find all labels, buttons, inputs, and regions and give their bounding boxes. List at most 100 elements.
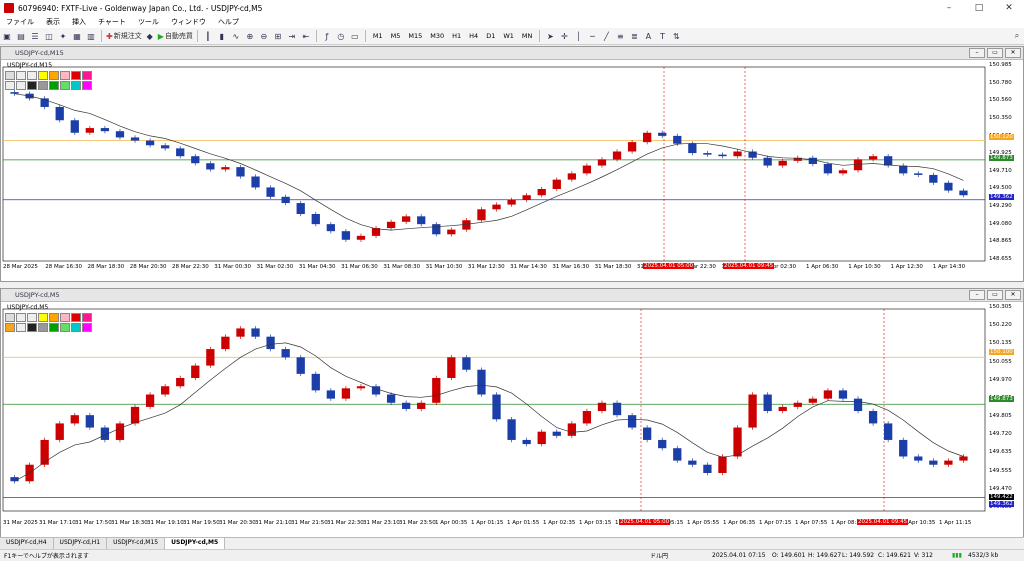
navigator-icon[interactable]: ✦ [57, 30, 69, 42]
swatch-pink[interactable] [60, 313, 70, 322]
tile-windows-icon[interactable]: ⊞ [272, 30, 284, 42]
swatch-purple[interactable] [82, 323, 92, 332]
price-chart-m5[interactable]: USDJPY-cd,M5 150.305 150.220 150.135 150.05… [1, 301, 1023, 537]
market-watch-icon[interactable]: ☰ [29, 30, 41, 42]
price-chart-m15[interactable]: USDJPY-cd,M15 150.985 150.780 150.560 150.3… [1, 59, 1023, 281]
candle-body [793, 402, 802, 407]
text-icon[interactable]: A [642, 30, 654, 42]
metaeditor-icon[interactable]: ◆ [144, 30, 156, 42]
timeframe-m15[interactable]: M15 [404, 32, 426, 40]
candlestick-chart[interactable] [1, 301, 1023, 537]
line-style-icon[interactable] [16, 81, 26, 90]
swatch-yellow[interactable] [38, 313, 48, 322]
tester-icon[interactable]: ▥ [85, 30, 97, 42]
line-width-icon[interactable] [5, 323, 15, 332]
menu-chart[interactable]: チャート [92, 17, 132, 27]
swatch-purple[interactable] [82, 81, 92, 90]
delete-tool-icon[interactable] [16, 71, 26, 80]
timeframe-h4[interactable]: H4 [465, 32, 482, 40]
swatch-green[interactable] [49, 323, 59, 332]
delete-tool-icon[interactable] [16, 313, 26, 322]
swatch-lime[interactable] [60, 323, 70, 332]
swatch-orange[interactable] [49, 313, 59, 322]
data-window-icon[interactable]: ◫ [43, 30, 55, 42]
line-chart-icon[interactable]: ∿ [230, 30, 242, 42]
chart-close-button[interactable]: ✕ [1005, 48, 1021, 58]
menu-view[interactable]: 表示 [40, 17, 66, 27]
swatch-lime[interactable] [60, 81, 70, 90]
chart-restore-button[interactable]: ▭ [987, 48, 1003, 58]
terminal-icon[interactable]: ▦ [71, 30, 83, 42]
line-width-icon[interactable] [5, 81, 15, 90]
chart-minimize-button[interactable]: – [969, 48, 985, 58]
auto-scroll-icon[interactable]: ⇥ [286, 30, 298, 42]
candlestick-chart[interactable] [1, 59, 1023, 281]
chart-restore-button[interactable]: ▭ [987, 290, 1003, 300]
time-tick-label: 1 Apr 11:15 [939, 520, 972, 526]
fibonacci-icon[interactable]: ≣ [628, 30, 640, 42]
swatch-cyan[interactable] [71, 323, 81, 332]
swatch-orange[interactable] [49, 71, 59, 80]
cursor-tool-icon[interactable] [5, 71, 15, 80]
timeframe-m30[interactable]: M30 [426, 32, 448, 40]
minimize-button[interactable]: – [934, 3, 964, 13]
zoom-in-icon[interactable]: ⊕ [244, 30, 256, 42]
indicators-icon[interactable]: ƒ [321, 30, 333, 42]
swatch-yellow[interactable] [38, 71, 48, 80]
menu-window[interactable]: ウィンドウ [165, 17, 212, 27]
timeframe-d1[interactable]: D1 [482, 32, 499, 40]
cursor-icon[interactable]: ➤ [544, 30, 556, 42]
auto-trade-button[interactable]: ▶ 自動売買 [158, 30, 193, 42]
periods-icon[interactable]: ◷ [335, 30, 347, 42]
swatch-red[interactable] [71, 313, 81, 322]
swatch-red[interactable] [71, 71, 81, 80]
dot-tool-icon[interactable] [27, 81, 37, 90]
candlestick-icon[interactable]: ▮ [216, 30, 228, 42]
bar-chart-icon[interactable]: ┃ [202, 30, 214, 42]
pen-tool-icon[interactable] [27, 313, 37, 322]
dot-tool-icon[interactable] [27, 323, 37, 332]
candle-body [447, 357, 456, 378]
zoom-out-icon[interactable]: ⊖ [258, 30, 270, 42]
tab-usdjpy-h1[interactable]: USDJPY-cd,H1 [53, 538, 108, 549]
arrows-icon[interactable]: ⇅ [670, 30, 682, 42]
menu-help[interactable]: ヘルプ [212, 17, 245, 27]
menu-tools[interactable]: ツール [132, 17, 165, 27]
tab-usdjpy-m5[interactable]: USDJPY-cd,M5 [165, 538, 226, 549]
horizontal-line-icon[interactable]: ─ [586, 30, 598, 42]
search-icon[interactable]: ⌕ [1011, 30, 1023, 42]
profiles-icon[interactable]: ▤ [15, 30, 27, 42]
timeframe-m1[interactable]: M1 [369, 32, 387, 40]
menu-insert[interactable]: 挿入 [66, 17, 92, 27]
tab-usdjpy-h4[interactable]: USDJPY-cd,H4 [0, 538, 54, 549]
swatch-magenta[interactable] [82, 71, 92, 80]
crosshair-icon[interactable]: ✛ [558, 30, 570, 42]
line-style-icon[interactable] [16, 323, 26, 332]
vertical-line-icon[interactable]: │ [572, 30, 584, 42]
channel-icon[interactable]: ≡ [614, 30, 626, 42]
chart-close-button[interactable]: ✕ [1005, 290, 1021, 300]
swatch-gray[interactable] [38, 323, 48, 332]
timeframe-mn[interactable]: MN [518, 32, 536, 40]
chart-minimize-button[interactable]: – [969, 290, 985, 300]
pen-tool-icon[interactable] [27, 71, 37, 80]
cursor-tool-icon[interactable] [5, 313, 15, 322]
label-icon[interactable]: T [656, 30, 668, 42]
swatch-gray[interactable] [38, 81, 48, 90]
swatch-magenta[interactable] [82, 313, 92, 322]
new-chart-icon[interactable]: ▣ [1, 30, 13, 42]
timeframe-m5[interactable]: M5 [387, 32, 405, 40]
tab-usdjpy-m15[interactable]: USDJPY-cd,M15 [107, 538, 166, 549]
timeframe-h1[interactable]: H1 [448, 32, 465, 40]
swatch-cyan[interactable] [71, 81, 81, 90]
chart-shift-icon[interactable]: ⇤ [300, 30, 312, 42]
templates-icon[interactable]: ▭ [349, 30, 361, 42]
swatch-green[interactable] [49, 81, 59, 90]
swatch-pink[interactable] [60, 71, 70, 80]
timeframe-w1[interactable]: W1 [499, 32, 518, 40]
trendline-icon[interactable]: ╱ [600, 30, 612, 42]
maximize-button[interactable]: □ [964, 3, 994, 13]
menu-file[interactable]: ファイル [0, 17, 40, 27]
new-order-button[interactable]: ✚ 新規注文 [106, 30, 142, 42]
close-button[interactable]: ✕ [994, 3, 1024, 13]
